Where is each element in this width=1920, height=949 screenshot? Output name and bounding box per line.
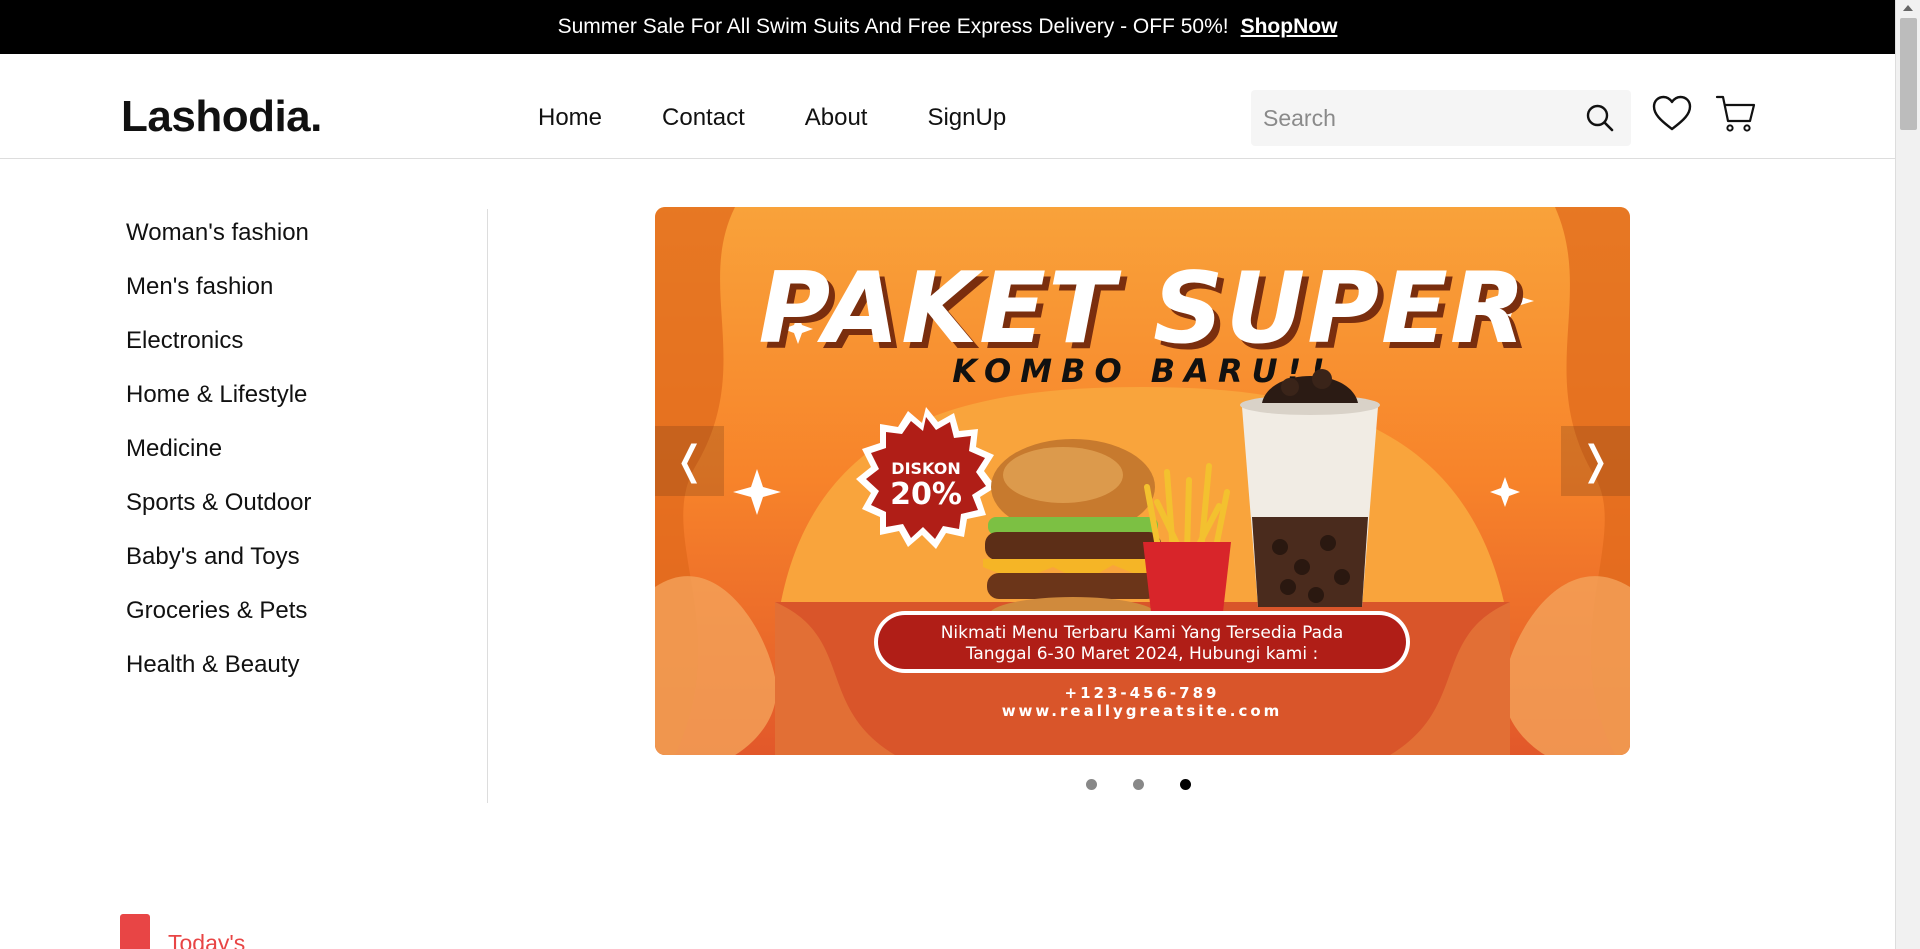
category-groceries-pets[interactable]: Groceries & Pets <box>126 596 311 650</box>
category-electronics[interactable]: Electronics <box>126 326 311 380</box>
category-womans-fashion[interactable]: Woman's fashion <box>126 218 311 272</box>
search-input[interactable] <box>1263 102 1563 134</box>
banner-title: PAKET SUPER <box>759 252 1528 366</box>
sidebar-divider <box>487 209 488 803</box>
category-home-lifestyle[interactable]: Home & Lifestyle <box>126 380 311 434</box>
banner-info-line2: Tanggal 6-30 Maret 2024, Hubungi kami : <box>965 644 1318 664</box>
nav-contact[interactable]: Contact <box>662 104 745 132</box>
category-health-beauty[interactable]: Health & Beauty <box>126 650 311 704</box>
nav-signup[interactable]: SignUp <box>927 104 1006 132</box>
shop-now-link[interactable]: ShopNow <box>1241 15 1338 39</box>
promo-banner[interactable]: PAKET SUPER PAKET SUPER KOMBO BARU!! DIS… <box>655 207 1630 755</box>
carousel-next-button[interactable]: ❭ <box>1561 426 1630 496</box>
carousel-prev-button[interactable]: ❬ <box>655 426 724 496</box>
carousel-dots <box>1086 779 1191 790</box>
scrollbar-thumb[interactable] <box>1900 18 1917 130</box>
main-nav: Home Contact About SignUp <box>538 104 1066 132</box>
heart-icon[interactable] <box>1650 92 1694 136</box>
carousel-dot-3[interactable] <box>1180 779 1191 790</box>
category-sports-outdoor[interactable]: Sports & Outdoor <box>126 488 311 542</box>
banner-info-line1: Nikmati Menu Terbaru Kami Yang Tersedia … <box>941 623 1344 643</box>
section-heading: Today's <box>120 910 245 949</box>
carousel-dot-2[interactable] <box>1133 779 1144 790</box>
cart-icon[interactable] <box>1714 92 1758 136</box>
banner-website: www.reallygreatsite.com <box>1002 702 1283 720</box>
logo[interactable]: Lashodia. <box>121 92 322 142</box>
scroll-up-arrow[interactable] <box>1903 5 1913 11</box>
nav-about[interactable]: About <box>805 104 868 132</box>
badge-value: 20% <box>890 477 962 512</box>
category-babys-toys[interactable]: Baby's and Toys <box>126 542 311 596</box>
category-mens-fashion[interactable]: Men's fashion <box>126 272 311 326</box>
banner-image: PAKET SUPER PAKET SUPER KOMBO BARU!! DIS… <box>655 207 1630 755</box>
search-icon[interactable] <box>1585 103 1615 133</box>
search-box <box>1251 90 1631 146</box>
nav-home[interactable]: Home <box>538 104 602 132</box>
section-marker <box>120 913 150 949</box>
page-scrollbar[interactable] <box>1895 0 1920 949</box>
announcement-bar: Summer Sale For All Swim Suits And Free … <box>0 0 1895 54</box>
badge-diskon: DISKON <box>891 459 960 478</box>
carousel-dot-1[interactable] <box>1086 779 1097 790</box>
category-medicine[interactable]: Medicine <box>126 434 311 488</box>
banner-phone: +123-456-789 <box>1065 684 1220 702</box>
site-header: Lashodia. Home Contact About SignUp <box>0 54 1895 159</box>
category-sidebar: Woman's fashion Men's fashion Electronic… <box>126 218 311 704</box>
section-label: Today's <box>168 930 246 949</box>
announcement-text: Summer Sale For All Swim Suits And Free … <box>557 15 1229 38</box>
